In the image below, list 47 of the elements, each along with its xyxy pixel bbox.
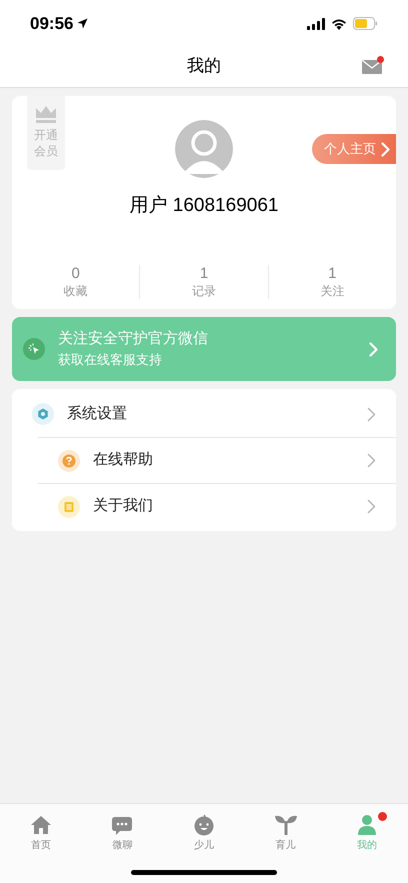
tab-item[interactable]: 育儿 — [244, 812, 326, 853]
menu-item[interactable]: 在线帮助 — [38, 437, 396, 483]
sprout-icon — [274, 814, 298, 836]
menu-label: 在线帮助 — [93, 450, 154, 470]
stat-value: 0 — [71, 265, 80, 283]
chat-icon — [111, 816, 134, 836]
cursor-click-icon — [23, 338, 45, 360]
tab-item[interactable]: 微聊 — [82, 812, 164, 853]
menu-label: 关于我们 — [93, 496, 154, 516]
child-face-icon — [192, 814, 216, 836]
gear-icon — [32, 403, 54, 425]
stat-label: 关注 — [320, 283, 344, 299]
chevron-right-icon — [381, 142, 390, 156]
chevron-right-icon — [367, 406, 376, 422]
chevron-right-icon — [367, 453, 376, 468]
battery-icon — [353, 17, 378, 30]
menu-label: 系统设置 — [67, 404, 128, 424]
stat-label: 收藏 — [64, 283, 88, 299]
stat-value: 1 — [200, 265, 208, 283]
vip-button[interactable]: 开通会员 — [27, 96, 65, 170]
tab-item[interactable]: 我的 — [326, 812, 408, 853]
username: 用户 1608169061 — [130, 194, 278, 218]
location-arrow-icon — [77, 18, 88, 29]
status-time: 09:56 — [30, 12, 74, 35]
banner-subtitle: 获取在线客服支持 — [58, 351, 163, 369]
home-icon — [30, 814, 52, 836]
help-icon — [58, 450, 80, 472]
tab-item[interactable]: 首页 — [0, 812, 82, 853]
crown-icon — [36, 106, 56, 123]
menu-item[interactable]: 系统设置 — [12, 391, 396, 437]
homepage-button[interactable]: 个人主页 — [312, 134, 396, 164]
mail-button[interactable] — [362, 56, 384, 76]
stat-value: 1 — [328, 265, 336, 283]
page-title: 我的 — [187, 55, 221, 78]
chevron-right-icon — [369, 342, 378, 356]
wifi-icon — [331, 18, 347, 30]
avatar — [175, 120, 233, 178]
wechat-banner[interactable]: 关注安全守护官方微信 获取在线客服支持 — [12, 317, 396, 381]
banner-title: 关注安全守护官方微信 — [58, 329, 209, 349]
tab-item[interactable]: 少儿 — [163, 812, 245, 853]
document-icon — [58, 496, 80, 518]
person-icon — [357, 814, 378, 836]
menu-item[interactable]: 关于我们 — [38, 483, 396, 529]
mail-icon — [362, 60, 382, 74]
chevron-right-icon — [367, 499, 376, 514]
signal-icon — [307, 18, 325, 30]
stat-label: 记录 — [192, 283, 216, 299]
